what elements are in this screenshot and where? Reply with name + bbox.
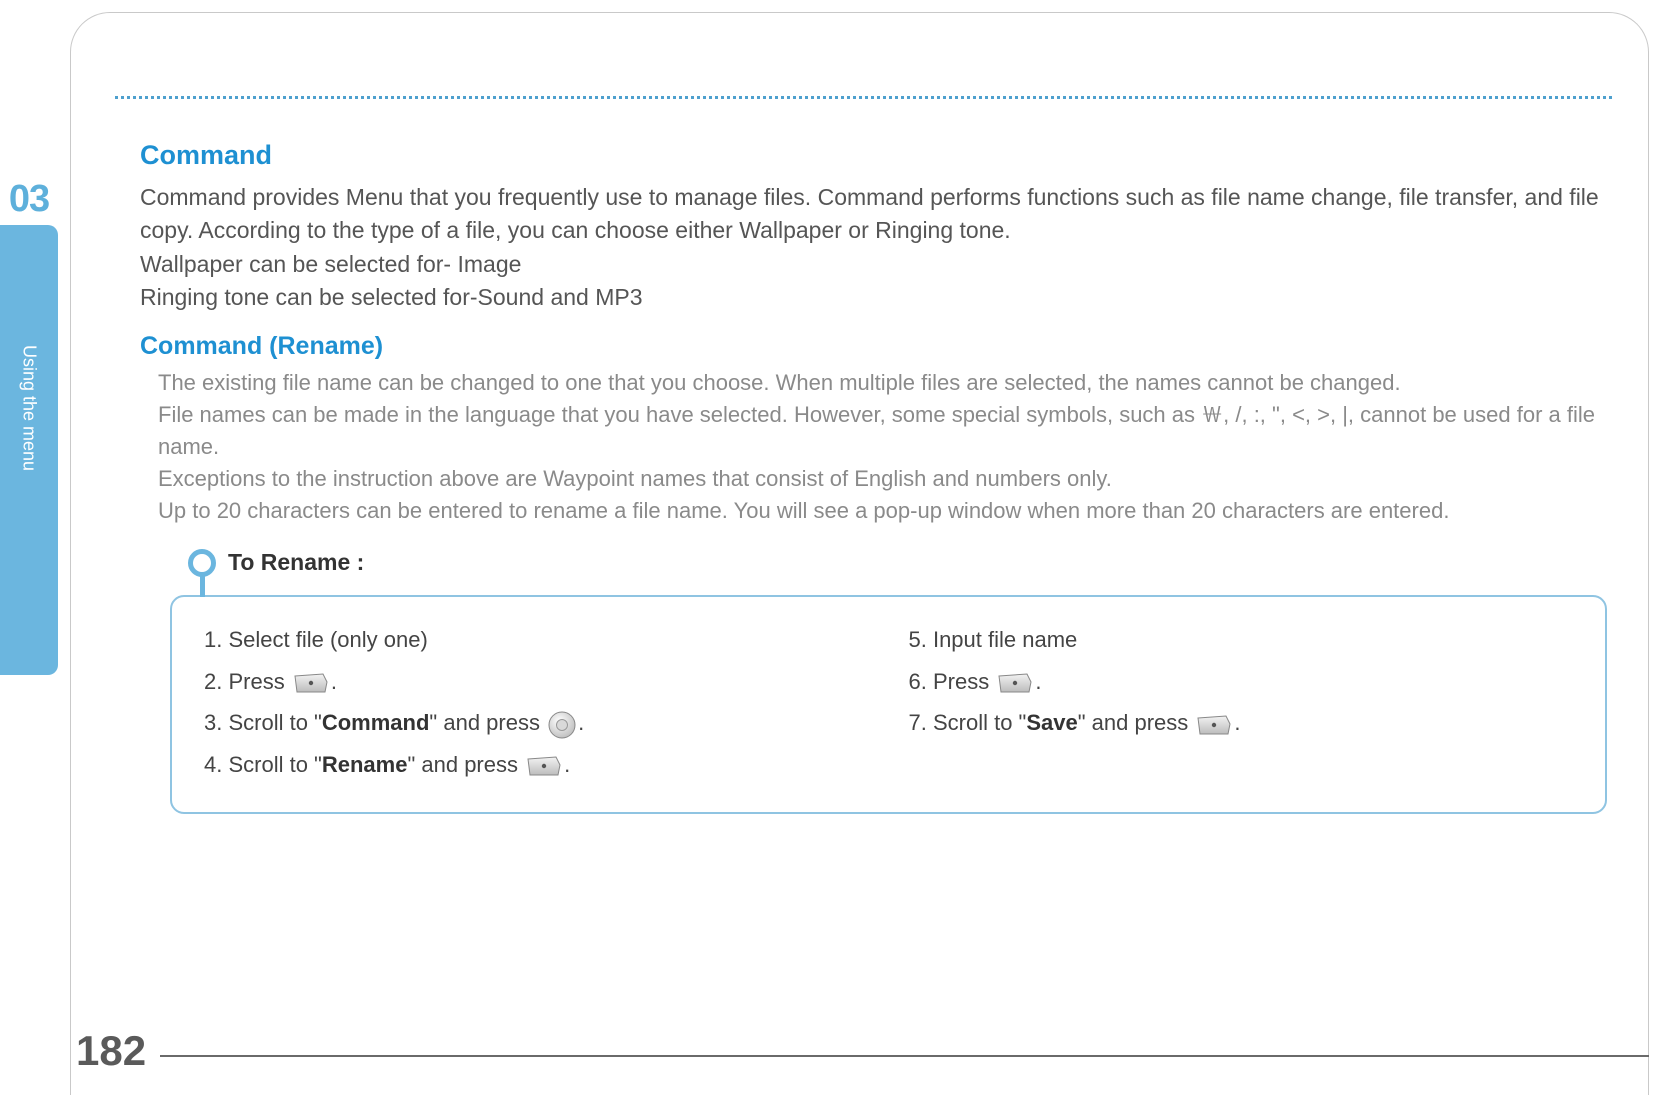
step-4-post: . xyxy=(564,752,570,777)
step-4: 4. Scroll to "Rename" and press . xyxy=(204,744,869,786)
chapter-label: Using the menu xyxy=(19,345,40,471)
step-6-pre: 6. Press xyxy=(909,669,996,694)
steps-wrap: To Rename : 1. Select file (only one) 2.… xyxy=(170,549,1607,814)
softkey-button-icon xyxy=(293,672,329,694)
subsection-p1: The existing file name can be changed to… xyxy=(158,367,1607,399)
step-6-post: . xyxy=(1035,669,1041,694)
ring-stem xyxy=(200,573,205,597)
chapter-number: 03 xyxy=(0,178,58,221)
step-7-pre: 7. Scroll to " xyxy=(909,710,1027,735)
step-2: 2. Press . xyxy=(204,661,869,703)
steps-title-row: To Rename : xyxy=(170,549,1607,583)
softkey-button-icon xyxy=(997,672,1033,694)
step-7-post: . xyxy=(1234,710,1240,735)
content-area: Command Command provides Menu that you f… xyxy=(140,140,1607,814)
step-6: 6. Press . xyxy=(909,661,1574,703)
steps-box: 1. Select file (only one) 2. Press . 3. … xyxy=(170,595,1607,814)
section-intro-2: Wallpaper can be selected for- Image xyxy=(140,248,1607,281)
softkey-button-icon xyxy=(1196,714,1232,736)
step-3-post: . xyxy=(578,710,584,735)
section-title: Command xyxy=(140,140,1607,171)
step-2-pre: 2. Press xyxy=(204,669,291,694)
steps-columns: 1. Select file (only one) 2. Press . 3. … xyxy=(204,619,1573,786)
step-3: 3. Scroll to "Command" and press . xyxy=(204,702,869,744)
step-3-mid: " and press xyxy=(429,710,546,735)
step-4-mid: " and press xyxy=(407,752,524,777)
step-7: 7. Scroll to "Save" and press . xyxy=(909,702,1574,744)
ok-round-button-icon xyxy=(548,711,576,739)
step-5: 5. Input file name xyxy=(909,619,1574,661)
step-7-mid: " and press xyxy=(1078,710,1195,735)
section-intro-1: Command provides Menu that you frequentl… xyxy=(140,181,1607,248)
steps-col-left: 1. Select file (only one) 2. Press . 3. … xyxy=(204,619,869,786)
step-4-pre: 4. Scroll to " xyxy=(204,752,322,777)
dotted-divider xyxy=(115,96,1612,99)
steps-title: To Rename : xyxy=(228,549,364,576)
subsection-p4: Up to 20 characters can be entered to re… xyxy=(158,495,1607,527)
softkey-button-icon xyxy=(526,755,562,777)
chapter-tab: 03 Using the menu xyxy=(0,178,58,675)
subsection-p3: Exceptions to the instruction above are … xyxy=(158,463,1607,495)
subsection-title: Command (Rename) xyxy=(140,332,1607,361)
page-number: 182 xyxy=(76,1027,146,1075)
step-4-bold: Rename xyxy=(322,752,408,777)
step-1: 1. Select file (only one) xyxy=(204,619,869,661)
subsection-p2: File names can be made in the language t… xyxy=(158,399,1607,463)
step-3-pre: 3. Scroll to " xyxy=(204,710,322,735)
step-2-post: . xyxy=(331,669,337,694)
step-7-bold: Save xyxy=(1026,710,1077,735)
page-rule xyxy=(160,1055,1649,1057)
step-3-bold: Command xyxy=(322,710,430,735)
chapter-label-wrap: Using the menu xyxy=(0,225,58,675)
steps-col-right: 5. Input file name 6. Press . 7. Scroll … xyxy=(909,619,1574,786)
section-intro-3: Ringing tone can be selected for-Sound a… xyxy=(140,281,1607,314)
